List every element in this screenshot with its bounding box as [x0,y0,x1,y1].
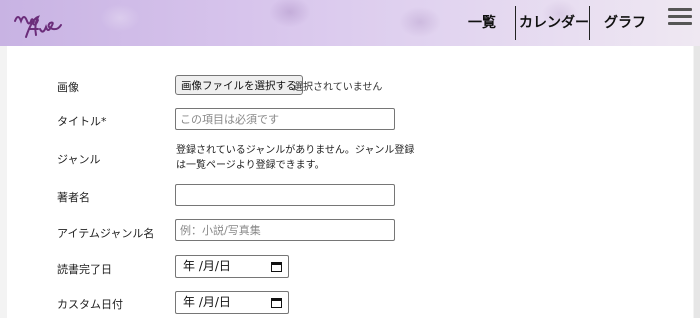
logo-mark [14,15,62,38]
nav-list[interactable]: 一覧 [468,11,496,35]
choose-file-button[interactable]: 画像ファイルを選択する [175,75,303,95]
read-date-label: 読書完了日 [57,263,112,276]
custom-date-label: カスタム日付 [57,298,123,311]
author-label: 著者名 [57,191,90,204]
file-status-text: 選択されていません [293,82,383,93]
custom-date-input[interactable]: 年 /月/日 [175,291,289,314]
genre-note-line2: は一覧ページより登録できます。 [176,160,325,171]
read-date-display: 年 /月/日 [183,259,231,273]
read-date-input[interactable]: 年 /月/日 [175,255,289,278]
genre-note-line1: 登録されているジャンルがありません。ジャンル登録 [176,145,415,156]
author-input[interactable] [175,184,395,206]
image-label: 画像 [57,81,79,94]
item-genre-input[interactable] [175,219,395,241]
page-scrollbar[interactable] [694,46,700,318]
genre-note: 登録されているジャンルがありません。ジャンル登録 は一覧ページより登録できます。 [176,143,416,173]
nav-calendar[interactable]: カレンダー [519,11,589,35]
custom-date-display: 年 /月/日 [183,295,231,309]
title-input[interactable] [175,108,395,130]
nav-divider [589,6,590,40]
item-genre-label: アイテムジャンル名 [57,227,155,240]
app-header: 一覧 カレンダー グラフ [0,0,700,46]
calendar-icon[interactable] [271,261,282,272]
calendar-icon[interactable] [271,297,282,308]
genre-label: ジャンル [57,153,101,166]
logo[interactable] [12,7,64,41]
title-label: タイトル* [57,115,107,128]
nav-divider [515,6,516,40]
nav-graph[interactable]: グラフ [604,11,646,35]
hamburger-icon[interactable] [668,8,694,30]
